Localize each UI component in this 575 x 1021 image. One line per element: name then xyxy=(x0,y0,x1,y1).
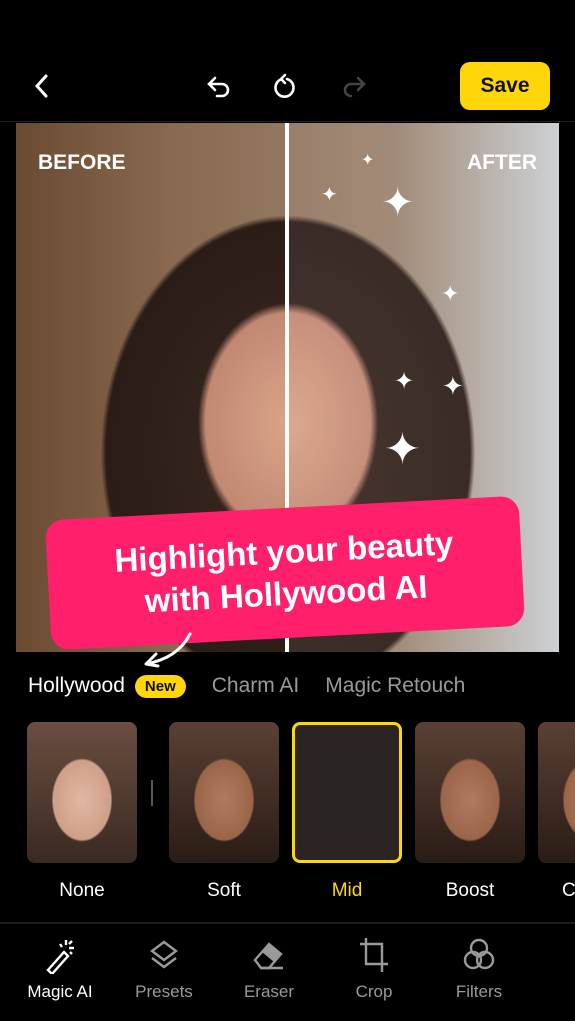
nav-filters[interactable]: Filters xyxy=(429,936,529,1002)
chevron-left-icon xyxy=(34,74,48,98)
tab-hollywood[interactable]: Hollywood xyxy=(28,674,125,698)
sparkle-icon: ✦ xyxy=(381,181,415,225)
nav-label: Presets xyxy=(135,982,193,1001)
sparkle-icon: ✦ xyxy=(361,152,375,169)
preset-boost[interactable] xyxy=(415,722,525,863)
nav-magic-ai[interactable]: Magic AI xyxy=(10,936,110,1002)
redo-icon xyxy=(343,76,366,98)
preset-label: Mid xyxy=(331,880,363,901)
nav-label: Magic AI xyxy=(27,982,93,1001)
undo-icon xyxy=(207,76,230,98)
nav-crop[interactable]: Crop xyxy=(324,936,424,1002)
reset-button[interactable] xyxy=(267,66,307,106)
preset-none[interactable] xyxy=(27,722,137,863)
preset-label: Boost xyxy=(445,880,495,901)
preset-label: C xyxy=(562,880,575,901)
after-label: AFTER xyxy=(467,151,537,174)
reset-icon xyxy=(274,73,295,98)
eraser-icon xyxy=(253,942,283,970)
preset-c[interactable] xyxy=(538,722,575,863)
nav-label: Eraser xyxy=(243,982,295,1001)
preset-soft[interactable] xyxy=(169,722,279,863)
layers-icon xyxy=(150,940,178,969)
header-divider xyxy=(0,121,575,122)
arrow-icon xyxy=(144,632,192,668)
magic-wand-icon xyxy=(46,940,74,974)
promo-banner: Highlight your beauty with Hollywood AI xyxy=(44,495,526,651)
nav-divider xyxy=(0,922,575,924)
nav-label: Crop xyxy=(355,982,393,1001)
sparkle-icon: ✦ xyxy=(321,184,338,206)
preset-separator xyxy=(151,780,153,806)
tab-charm-ai[interactable]: Charm AI xyxy=(212,674,300,698)
redo-button[interactable] xyxy=(334,66,374,106)
sparkle-icon: ✦ xyxy=(384,425,421,474)
back-button[interactable] xyxy=(22,66,62,106)
sparkle-icon: ✦ xyxy=(394,368,415,395)
sparkle-icon: ✦ xyxy=(441,281,460,306)
nav-presets[interactable]: Presets xyxy=(114,936,214,1002)
filters-icon xyxy=(463,938,495,970)
before-label: BEFORE xyxy=(38,151,126,174)
preset-label: None xyxy=(59,880,105,901)
preset-mid[interactable] xyxy=(292,722,402,863)
sparkle-icon: ✦ xyxy=(442,371,464,401)
undo-button[interactable] xyxy=(199,66,239,106)
effect-tabs: Hollywood New Charm AI Magic Retouch xyxy=(28,674,568,698)
crop-icon xyxy=(360,938,388,972)
preset-label: Soft xyxy=(207,880,241,901)
nav-label: Filters xyxy=(455,982,503,1001)
save-button[interactable]: Save xyxy=(460,62,550,110)
new-badge: New xyxy=(134,674,186,698)
nav-eraser[interactable]: Eraser xyxy=(219,936,319,1002)
tab-magic-retouch[interactable]: Magic Retouch xyxy=(325,674,465,698)
